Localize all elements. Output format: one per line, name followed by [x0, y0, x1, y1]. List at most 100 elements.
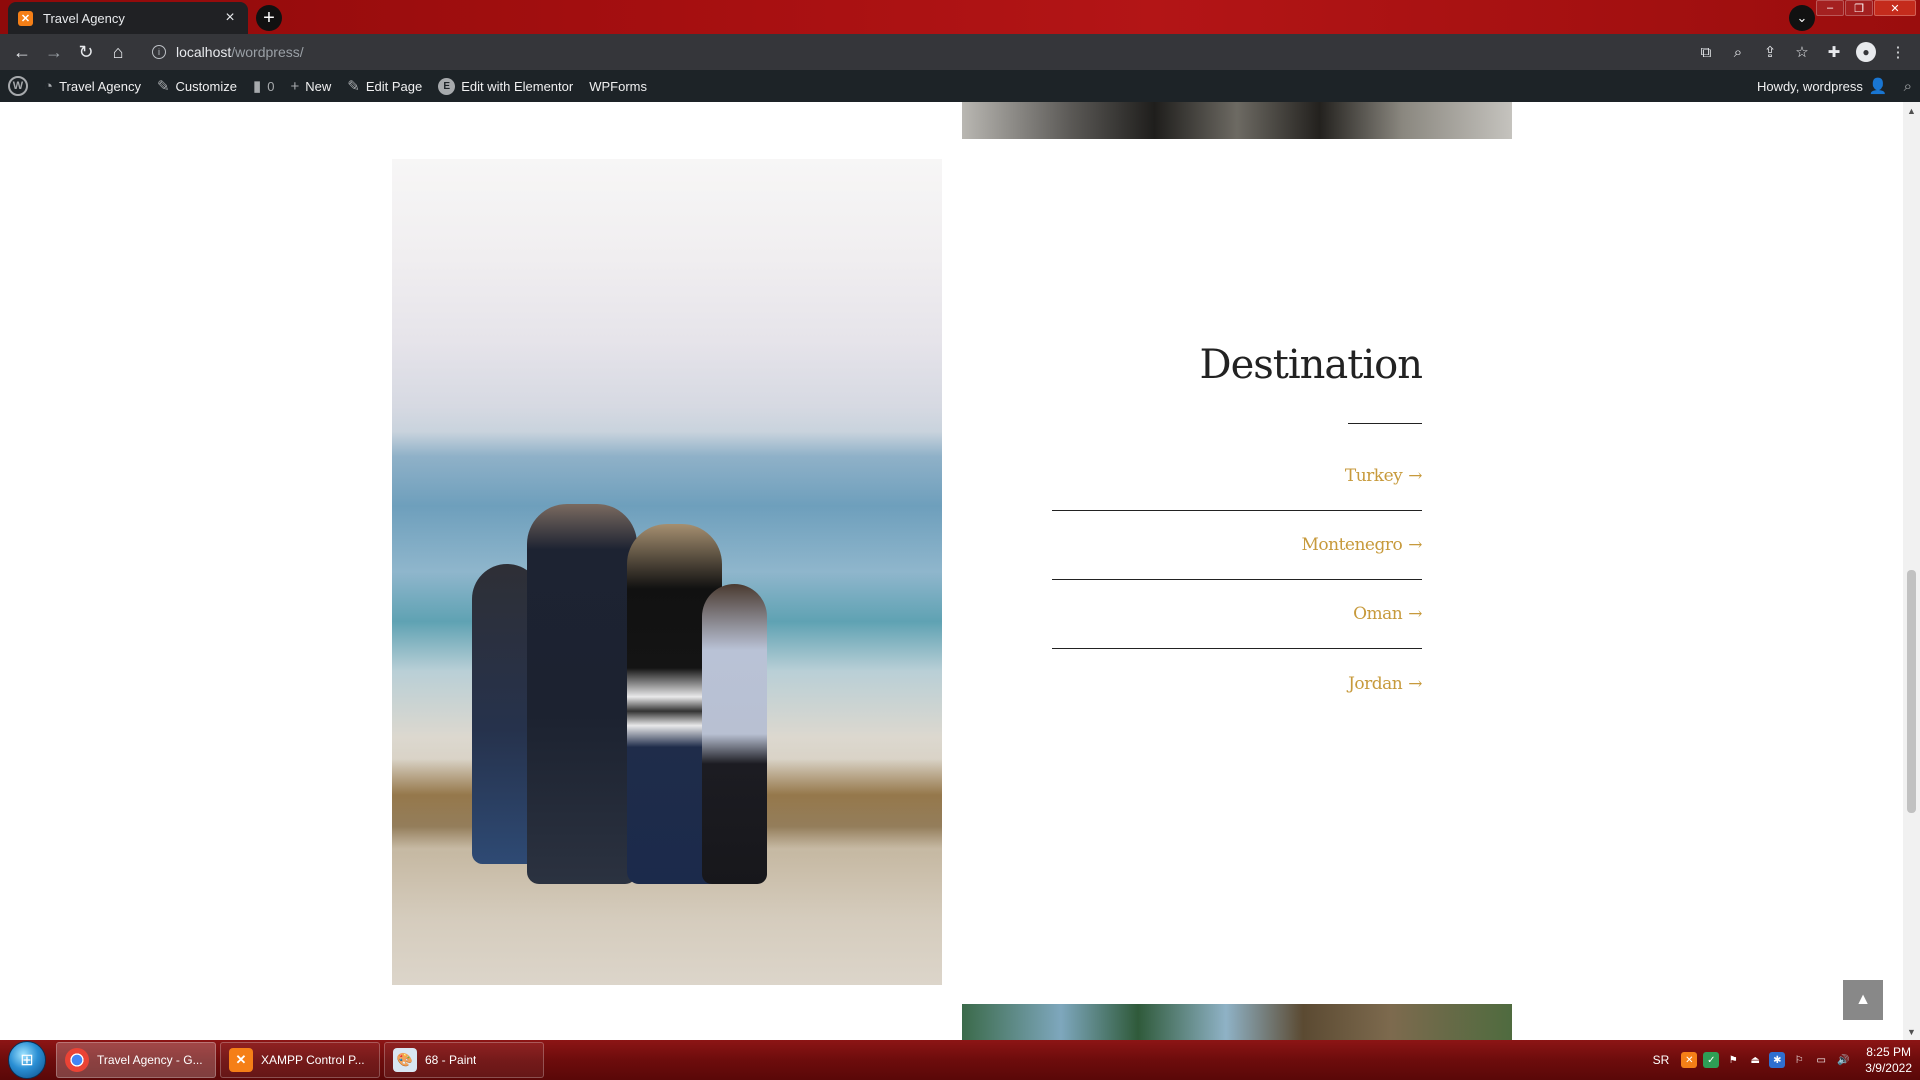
- scroll-to-top-button[interactable]: ▲: [1843, 980, 1883, 1020]
- scroll-down-icon[interactable]: ▼: [1903, 1023, 1920, 1040]
- network-tray-icon[interactable]: ⚑: [1725, 1052, 1741, 1068]
- windows-taskbar: ⊞ Travel Agency - G... ✕ XAMPP Control P…: [0, 1040, 1920, 1080]
- wp-admin-bar: W ◔ Travel Agency ✎ Customize ▮ 0 + New …: [0, 70, 1920, 102]
- wp-search-icon[interactable]: ⌕: [1896, 70, 1920, 102]
- browser-toolbar: ← → ↻ ⌂ i localhost/wordpress/ ⧉ ⌕ ⇪ ☆ ✚…: [0, 34, 1920, 70]
- brush-icon: ✎: [156, 78, 170, 95]
- destination-link-oman[interactable]: Oman →: [1052, 580, 1422, 649]
- clock-time: 8:25 PM: [1866, 1045, 1911, 1059]
- xampp-tray-icon[interactable]: ✕: [1681, 1052, 1698, 1068]
- destination-link-montenegro[interactable]: Montenegro →: [1052, 511, 1422, 580]
- edit-page-label: Edit Page: [365, 78, 423, 94]
- address-bar[interactable]: i localhost/wordpress/: [140, 38, 1680, 66]
- destination-label: Oman: [1353, 604, 1403, 624]
- taskbar-paint[interactable]: 🎨 68 - Paint: [384, 1042, 544, 1078]
- wp-edit-elementor[interactable]: E Edit with Elementor: [430, 70, 581, 102]
- destination-link-turkey[interactable]: Turkey →: [1052, 442, 1422, 511]
- bluetooth-tray-icon[interactable]: ✱: [1769, 1052, 1786, 1068]
- site-name-label: Travel Agency: [59, 78, 141, 94]
- dashboard-icon: ◔: [44, 77, 54, 95]
- security-tray-icon[interactable]: ✓: [1703, 1052, 1720, 1068]
- url-host: localhost: [176, 44, 232, 60]
- task-label: Travel Agency - G...: [97, 1053, 203, 1067]
- volume-icon[interactable]: 🔊: [1835, 1052, 1851, 1068]
- destination-heading: Destination: [1199, 342, 1423, 388]
- system-tray: SR ✕ ✓ ⚑ ⏏ ✱ ⚐ ▭ 🔊 8:25 PM 3/9/2022: [1653, 1040, 1912, 1080]
- window-controls: – ❐ ✕: [1815, 0, 1916, 16]
- elementor-icon: E: [438, 77, 456, 95]
- menu-icon[interactable]: ⋮: [1882, 36, 1914, 68]
- url-path: /wordpress/: [231, 44, 304, 60]
- family-beach-photo: [392, 159, 942, 985]
- bottom-palm-image: [962, 1004, 1512, 1040]
- tab-title: Travel Agency: [43, 10, 125, 26]
- user-avatar-icon: 👤: [1868, 78, 1888, 95]
- wp-wpforms[interactable]: WPForms: [581, 70, 655, 102]
- wp-howdy[interactable]: Howdy, wordpress 👤: [1749, 70, 1896, 102]
- usb-tray-icon[interactable]: ⏏: [1747, 1052, 1763, 1068]
- arrow-right-icon: →: [1408, 604, 1422, 624]
- wp-site-name[interactable]: ◔ Travel Agency: [36, 70, 149, 102]
- start-button-icon[interactable]: ⊞: [8, 1041, 46, 1079]
- taskbar-xampp[interactable]: ✕ XAMPP Control P...: [220, 1042, 380, 1078]
- wp-comments[interactable]: ▮ 0: [245, 70, 283, 102]
- home-icon[interactable]: ⌂: [102, 36, 134, 68]
- edit-elementor-label: Edit with Elementor: [461, 78, 574, 94]
- page-content: Destination Turkey → Montenegro → Oman →…: [0, 102, 1903, 1040]
- paint-icon: 🎨: [393, 1048, 417, 1072]
- display-tray-icon[interactable]: ▭: [1813, 1052, 1829, 1068]
- xampp-icon: ✕: [229, 1048, 253, 1072]
- restore-icon[interactable]: ❐: [1845, 0, 1873, 16]
- wordpress-logo-icon[interactable]: W: [0, 70, 36, 102]
- destination-label: Turkey: [1344, 466, 1403, 486]
- scroll-up-icon[interactable]: ▲: [1903, 102, 1920, 119]
- customize-label: Customize: [175, 78, 237, 94]
- back-icon[interactable]: ←: [6, 36, 38, 68]
- howdy-label: Howdy, wordpress: [1756, 78, 1863, 94]
- system-clock[interactable]: 8:25 PM 3/9/2022: [1865, 1044, 1912, 1076]
- browser-tab-active[interactable]: ✕ Travel Agency ×: [8, 2, 248, 34]
- new-label: New: [305, 78, 332, 94]
- task-label: XAMPP Control P...: [261, 1053, 365, 1067]
- reload-icon[interactable]: ↻: [70, 36, 102, 68]
- zoom-icon[interactable]: ⌕: [1722, 36, 1754, 68]
- new-tab-button[interactable]: +: [256, 5, 282, 31]
- pencil-icon: ✎: [347, 78, 360, 95]
- action-center-flag-icon[interactable]: ⚐: [1791, 1052, 1807, 1068]
- destination-list: Turkey → Montenegro → Oman → Jordan →: [1052, 442, 1422, 718]
- wp-edit-page[interactable]: ✎ Edit Page: [339, 70, 430, 102]
- task-label: 68 - Paint: [425, 1053, 477, 1067]
- translate-icon[interactable]: ⧉: [1690, 36, 1722, 68]
- tab-search-icon[interactable]: ⌄: [1789, 5, 1815, 31]
- extensions-icon[interactable]: ✚: [1818, 36, 1850, 68]
- chrome-icon: [65, 1048, 89, 1072]
- comments-count: 0: [267, 78, 275, 94]
- profile-icon[interactable]: ●: [1850, 36, 1882, 68]
- share-icon[interactable]: ⇪: [1754, 36, 1786, 68]
- info-icon[interactable]: i: [152, 45, 166, 59]
- scrollbar-thumb[interactable]: [1907, 570, 1916, 813]
- destination-link-jordan[interactable]: Jordan →: [1052, 649, 1422, 718]
- tab-close-icon[interactable]: ×: [222, 9, 238, 26]
- close-window-icon[interactable]: ✕: [1874, 0, 1916, 16]
- minimize-icon[interactable]: –: [1816, 0, 1844, 16]
- arrow-right-icon: →: [1408, 535, 1422, 555]
- destination-section: Destination Turkey → Montenegro → Oman →…: [1000, 102, 1423, 1040]
- language-indicator[interactable]: SR: [1653, 1053, 1670, 1067]
- toolbar-actions: ⧉ ⌕ ⇪ ☆ ✚ ● ⋮: [1690, 36, 1914, 68]
- page-scrollbar[interactable]: ▲ ▼: [1903, 102, 1920, 1040]
- browser-tab-strip: ✕ Travel Agency × + ⌄ – ❐ ✕: [0, 0, 1920, 34]
- wp-new[interactable]: + New: [282, 70, 339, 102]
- heading-divider: [1348, 423, 1422, 424]
- destination-label: Montenegro: [1301, 535, 1403, 555]
- xampp-favicon-icon: ✕: [18, 10, 33, 26]
- forward-icon[interactable]: →: [38, 36, 70, 68]
- comment-icon: ▮: [252, 78, 262, 95]
- bookmark-star-icon[interactable]: ☆: [1786, 36, 1818, 68]
- wpforms-label: WPForms: [589, 78, 647, 94]
- wp-customize[interactable]: ✎ Customize: [149, 70, 245, 102]
- arrow-right-icon: →: [1408, 673, 1422, 694]
- taskbar-chrome[interactable]: Travel Agency - G...: [56, 1042, 216, 1078]
- destination-label: Jordan: [1348, 673, 1403, 694]
- arrow-right-icon: →: [1408, 466, 1422, 486]
